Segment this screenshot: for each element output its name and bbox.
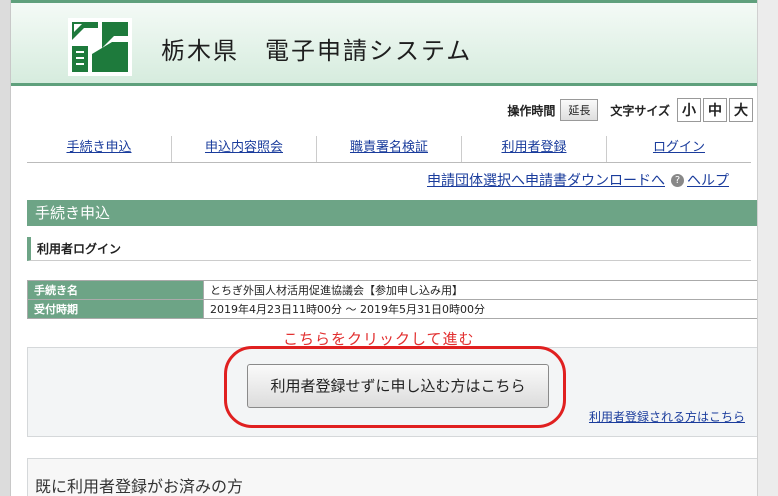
operation-time-label: 操作時間 [507,103,556,118]
reception-period-value: 2019年4月23日11時00分 〜 2019年5月31日0時00分 [203,299,759,319]
nav-item-apply[interactable]: 手続き申込 [27,136,171,162]
nav-item-signature-verify[interactable]: 職責署名検証 [316,136,461,162]
font-size-label: 文字サイズ [610,103,670,118]
register-user-link[interactable]: 利用者登録される方はこちら [589,408,745,425]
reception-period-label: 受付時期 [27,299,204,319]
font-size-large-button[interactable]: 大 [729,98,753,122]
procedure-name-value: とちぎ外国人材活用促進協議会【参加申し込み用】 [203,280,759,300]
sub-links: 申請団体選択へ 申請書ダウンロードへ ? ヘルプ [427,170,729,190]
annotation-oval [224,346,566,428]
existing-user-title: 既に利用者登録がお済みの方 [35,477,244,496]
table-row: 手続き名 とちぎ外国人材活用促進協議会【参加申し込み用】 [27,280,759,300]
nav-item-inquiry[interactable]: 申込内容照会 [171,136,316,162]
vertical-scrollbar[interactable] [757,0,778,496]
section-subtitle: 利用者ログイン [27,237,751,261]
site-title: 栃木県 電子申請システム [161,37,473,65]
procedure-name-label: 手続き名 [27,280,204,300]
extend-button[interactable]: 延長 [560,99,599,121]
tochigi-prefecture-logo-icon [68,18,132,76]
section-title: 手続き申込 [27,200,759,226]
procedure-info-table: 手続き名 とちぎ外国人材活用促進協議会【参加申し込み用】 受付時期 2019年4… [27,280,759,319]
display-controls: 操作時間 延長 文字サイズ 小 中 大 [507,98,753,122]
font-size-medium-button[interactable]: 中 [703,98,727,122]
main-nav: 手続き申込 申込内容照会 職責署名検証 利用者登録 ログイン [27,136,751,163]
nav-item-user-register[interactable]: 利用者登録 [461,136,606,162]
nav-item-login[interactable]: ログイン [606,136,751,162]
help-icon[interactable]: ? [671,173,684,187]
download-link[interactable]: 申請書ダウンロードへ [525,170,665,190]
table-row: 受付時期 2019年4月23日11時00分 〜 2019年5月31日0時00分 [27,299,759,319]
group-select-link[interactable]: 申請団体選択へ [427,170,525,190]
page: 栃木県 電子申請システム 操作時間 延長 文字サイズ 小 中 大 手続き申込 申… [10,0,760,496]
font-size-small-button[interactable]: 小 [677,98,701,122]
site-header: 栃木県 電子申請システム [11,0,759,86]
help-link[interactable]: ヘルプ [687,170,729,190]
